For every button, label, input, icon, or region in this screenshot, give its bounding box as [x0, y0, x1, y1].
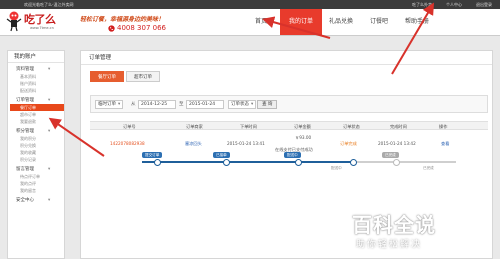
sidebar-item-my-points[interactable]: 我的积分 — [8, 135, 64, 142]
sidebar-item-favorites[interactable]: 我的收藏 — [8, 149, 64, 156]
sidebar-group-orders[interactable]: 订单管理 ▾ — [8, 97, 64, 104]
sidebar-item-account-info[interactable]: 账户资料 — [8, 80, 64, 87]
order-status: 订单完成 — [340, 141, 357, 146]
sidebar-item-points-record[interactable]: 积分记录 — [8, 156, 64, 163]
logo-url: www.7tme.cn — [30, 26, 54, 30]
sidebar-item-supermarket-orders[interactable]: 超市订单 — [8, 111, 64, 118]
chevron-down-icon: ▾ — [48, 98, 51, 103]
flow-label-completed: 已完成 — [423, 166, 434, 170]
sidebar-title: 我的账户 — [8, 51, 64, 63]
site-header: 吃了么 www.7tme.cn 轻松订餐，幸福源身边的美味！ 4008 307 … — [0, 9, 500, 36]
sidebar-item-basic-info[interactable]: 基本资料 — [8, 73, 64, 80]
chevron-down-icon: ▾ — [48, 129, 51, 134]
order-time: 2015-01-24 13:41 — [227, 141, 265, 146]
flow-tip-submitted: 提交订单 — [142, 152, 163, 158]
view-order-link[interactable]: 查看 — [441, 141, 449, 147]
finish-time: 2015-01-24 13:42 — [378, 141, 416, 146]
flow-tip-completed: 已完成 — [382, 152, 399, 158]
nav-order-bar[interactable]: 订餐吧 — [360, 9, 398, 35]
top-link-logout[interactable]: 退出登录 — [476, 2, 492, 8]
sidebar-group-points[interactable]: 积分管理 ▾ — [8, 128, 64, 135]
slogan: 轻松订餐，幸福源身边的美味！ — [80, 16, 165, 23]
col-finish-time: 完成时间 — [390, 124, 407, 129]
flow-tip-accepted: 已接单 — [213, 152, 230, 158]
flow-track-remaining — [352, 161, 456, 163]
order-status-select[interactable]: 订单状态 ▾ — [228, 100, 257, 109]
flow-node-accepted — [223, 158, 230, 166]
top-link-user-center[interactable]: 个人中心 — [446, 2, 462, 8]
order-table-header: 订单号 订单商家 下单时间 订单金额 订单状态 完成时间 操作 — [90, 121, 488, 130]
to-label: 至 — [179, 102, 184, 107]
page: 欢迎光临吃了么-温江外卖网 吃了么外卖 个人中心 退出登录 吃了么 www.7t… — [0, 0, 500, 259]
hotline-number: 4008 307 066 — [117, 24, 166, 32]
sidebar-item-refund[interactable]: 我要退款 — [8, 118, 64, 125]
logo-text[interactable]: 吃了么 — [24, 11, 56, 27]
nav-gift-exchange[interactable]: 礼品兑换 — [322, 9, 360, 35]
sidebar-item-restaurant-orders[interactable]: 餐厅订单 — [10, 104, 64, 111]
flow-tip-delivering: 配送中 — [284, 152, 301, 158]
to-date-input[interactable]: 2015-01-24 — [186, 100, 224, 109]
caret-down-icon: ▾ — [251, 102, 254, 107]
top-utility-bar: 欢迎光临吃了么-温江外卖网 吃了么外卖 个人中心 退出登录 — [0, 0, 500, 9]
col-status: 订单状态 — [343, 124, 360, 129]
date-type-select[interactable]: 临时订单 ▾ — [95, 100, 124, 109]
flow-node-submitted — [154, 158, 161, 166]
nav-home[interactable]: 首页 — [242, 9, 280, 35]
panel-title: 订单管理 — [81, 51, 492, 65]
sidebar-group-security[interactable]: 安全中心 ▾ — [8, 197, 64, 204]
col-order-no: 订单号 — [123, 124, 136, 129]
col-merchant: 订单商家 — [186, 124, 203, 129]
flow-node-delivering — [295, 158, 302, 166]
main-nav: 首页 我的订单 礼品兑换 订餐吧 帮助手册 — [242, 9, 436, 35]
watermark-title: 百科全说 — [352, 213, 436, 237]
order-filter-bar: 临时订单 ▾ 从 2014-12-25 至 2015-01-24 订单状态 ▾ 查 … — [90, 95, 488, 113]
order-tabs: 餐厅订单 超市订单 — [90, 71, 160, 82]
flow-node-midpoint — [350, 158, 357, 166]
watermark-subtitle: 助你轻松解决 — [356, 240, 423, 250]
top-links: 吃了么外卖 个人中心 退出登录 — [412, 2, 492, 8]
col-action: 操作 — [439, 124, 448, 129]
chevron-down-icon: ▾ — [48, 167, 51, 172]
sidebar-item-points-exchange[interactable]: 积分兑换 — [8, 142, 64, 149]
from-label: 从 — [131, 102, 136, 107]
order-no-link[interactable]: 1422078082938 — [110, 141, 145, 146]
caret-down-icon: ▾ — [118, 102, 121, 107]
sidebar-item-my-messages[interactable]: 我的留言 — [8, 187, 64, 194]
table-row: 1422078082938 塞凉回头 2015-01-24 13:41 ￥93.… — [90, 131, 488, 171]
mascot-logo-icon — [6, 11, 22, 32]
sidebar-group-profile[interactable]: 资料管理 ▾ — [8, 66, 64, 73]
order-amount: ￥93.00 — [295, 135, 312, 140]
col-amount: 订单金额 — [294, 124, 311, 129]
chevron-down-icon: ▾ — [48, 198, 51, 203]
sidebar-item-my-reviews[interactable]: 我的点评 — [8, 180, 64, 187]
nav-my-orders[interactable]: 我的订单 — [280, 9, 322, 35]
from-date-input[interactable]: 2014-12-25 — [138, 100, 176, 109]
watermark: 百科全说 助你轻松解决 — [352, 207, 500, 259]
query-button[interactable]: 查 询 — [257, 100, 278, 109]
tab-restaurant-orders[interactable]: 餐厅订单 — [90, 71, 124, 82]
nav-help[interactable]: 帮助手册 — [398, 9, 436, 35]
sidebar-item-delivery-info[interactable]: 配送资料 — [8, 87, 64, 94]
tab-supermarket-orders[interactable]: 超市订单 — [126, 71, 160, 82]
hotline: 4008 307 066 — [108, 24, 166, 32]
col-order-time: 下单时间 — [240, 124, 257, 129]
merchant-link[interactable]: 塞凉回头 — [185, 141, 202, 147]
phone-icon — [108, 24, 115, 32]
chevron-down-icon: ▾ — [48, 67, 51, 72]
welcome-text: 欢迎光临吃了么-温江外卖网 — [24, 2, 74, 7]
sidebar-group-messages[interactable]: 留言管理 ▾ — [8, 166, 64, 173]
flow-label-delivering: 配送中 — [331, 166, 342, 170]
sidebar-item-pending-review[interactable]: 待点评订单 — [8, 173, 64, 180]
top-link-site[interactable]: 吃了么外卖 — [412, 2, 432, 8]
account-sidebar: 我的账户 资料管理 ▾ 基本资料 账户资料 配送资料 订单管理 ▾ 餐厅订单 超市订… — [7, 50, 65, 259]
flow-node-completed — [393, 158, 400, 166]
